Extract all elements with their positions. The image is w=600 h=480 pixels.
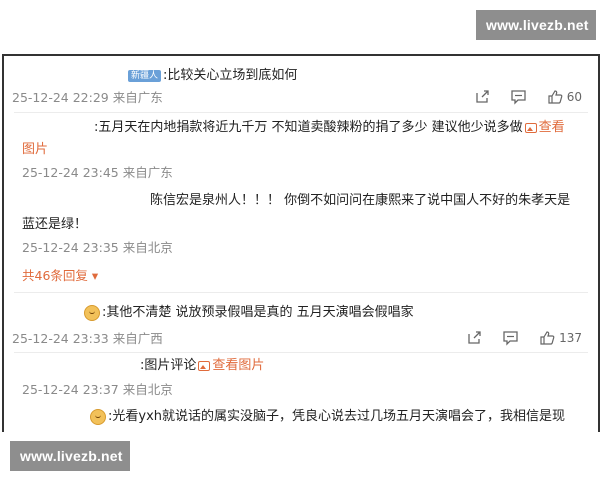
like-button[interactable]: 137 (539, 330, 582, 346)
thumbs-up-icon (547, 89, 563, 105)
emoji-avatar-icon (84, 304, 100, 321)
comment-4-actions: 137 (466, 330, 582, 346)
emoji-avatar-icon (90, 408, 106, 425)
comment-icon[interactable] (510, 89, 527, 105)
thumbs-up-icon (539, 330, 555, 346)
image-icon (198, 360, 211, 371)
like-count: 137 (559, 331, 582, 345)
view-image-link[interactable]: 查看 (539, 120, 565, 135)
comment-6-body: :光看yxh就说话的属实没脑子，凭良心说去过几场五月天演唱会了，我相信是现 (90, 408, 598, 426)
more-replies-label: 共46条回复 (22, 268, 88, 283)
comment-1-text: :比较关心立场到底如何 (163, 68, 298, 83)
share-icon[interactable] (466, 330, 482, 346)
comment-4-body: :其他不清楚 说放预录假唱是真的 五月天演唱会假唱家 (84, 304, 598, 322)
comment-thread: 新疆人:比较关心立场到底如何 25-12-24 22:29 来自广东 60 :五… (2, 54, 600, 432)
comment-3-meta: 25-12-24 23:35 来自北京 (22, 240, 173, 255)
share-icon[interactable] (474, 89, 490, 105)
comment-3-line1: 陈信宏是泉州人！！！ 你倒不如问问在康熙来了说中国人不好的朱孝天是 (150, 193, 571, 208)
image-icon (524, 122, 537, 133)
comment-2-text: :五月天在内地捐款将近九千万 不知道卖酸辣粉的捐了多少 建议他少说多做 (94, 120, 523, 135)
view-image-link[interactable]: 查看图片 (212, 358, 264, 373)
comment-1-body: 新疆人:比较关心立场到底如何 (128, 67, 598, 85)
divider (14, 112, 588, 113)
comment-4-text: :其他不清楚 说放预录假唱是真的 五月天演唱会假唱家 (102, 305, 414, 320)
user-badge: 新疆人 (128, 69, 162, 82)
like-button[interactable]: 60 (547, 89, 582, 105)
comment-3-line2: 蓝还是绿！ (22, 217, 88, 232)
comment-5-text: :图片评论 (140, 358, 197, 373)
comment-2-meta: 25-12-24 23:45 来自广东 (22, 165, 173, 180)
comment-1-actions: 60 (474, 89, 582, 105)
divider (14, 352, 588, 353)
view-image-link-cont[interactable]: 图片 (22, 141, 598, 159)
comment-6-text: :光看yxh就说话的属实没脑子，凭良心说去过几场五月天演唱会了，我相信是现 (108, 409, 566, 424)
watermark-top: www.livezb.net (476, 10, 596, 40)
chevron-down-icon: ▾ (87, 268, 99, 283)
watermark-bottom: www.livezb.net (10, 441, 130, 471)
more-replies-link[interactable]: 共46条回复 ▾ (22, 267, 598, 285)
like-count: 60 (566, 90, 582, 104)
comment-icon[interactable] (502, 330, 519, 346)
comment-2-body: :五月天在内地捐款将近九千万 不知道卖酸辣粉的捐了多少 建议他少说多做 查看 (94, 119, 598, 137)
divider (14, 292, 588, 293)
comment-5-meta: 25-12-24 23:37 来自北京 (22, 382, 173, 397)
comment-5-body: :图片评论 查看图片 (140, 357, 598, 375)
